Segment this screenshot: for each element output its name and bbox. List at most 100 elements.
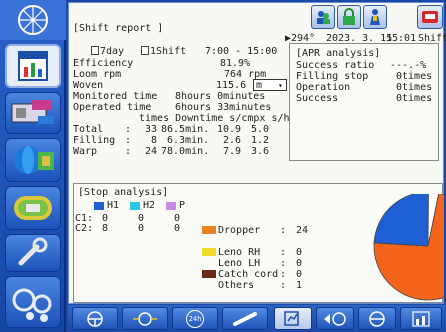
monitored-time-value: 8hours 0minutes: [175, 91, 266, 102]
stop-analysis-title: [Stop analysis]: [78, 187, 169, 198]
warp-beam-icon: [14, 196, 52, 220]
cause-catch-cord-value: 0: [296, 269, 303, 280]
cause-sep: :: [280, 247, 287, 258]
sidebar-settings-button[interactable]: [5, 276, 61, 328]
bar-graph-icon: [412, 310, 430, 327]
stop-table-header: times Downtime s/cmpx s/h: [139, 113, 290, 124]
prev-button[interactable]: [316, 307, 354, 330]
bottom-toolbar: 24h: [68, 305, 446, 332]
cause-sep: :: [280, 280, 287, 291]
apr-label: Operation: [296, 82, 351, 93]
legend-swatch-p: [166, 202, 176, 210]
cause-leno-rh-value: 0: [296, 247, 303, 258]
report-view-button[interactable]: [274, 307, 312, 330]
yarn-button[interactable]: [222, 307, 268, 330]
stop-row-label: Filling: [73, 135, 116, 146]
cause-sep: :: [280, 269, 287, 280]
woven-value: 115.6: [216, 80, 247, 91]
period-24h-button[interactable]: 24h: [172, 307, 218, 330]
sidebar-beam-button[interactable]: [5, 186, 61, 230]
metric-label: Operated time: [73, 102, 152, 113]
status-globe-icon: [14, 146, 54, 174]
cause-label: Catch cord: [218, 269, 279, 280]
stop-pie-chart: [373, 194, 444, 301]
apr-operation: 0times: [396, 82, 433, 93]
stop-analysis-box: [Stop analysis] H1 H2 P C1: 0 0 0 C2: 8 …: [73, 183, 444, 303]
cause-label: Dropper: [218, 225, 261, 236]
legend-h2: H2: [143, 200, 156, 211]
apr-success-ratio: ---.-%: [390, 60, 427, 71]
people-icon: [317, 11, 330, 24]
loom-stop-button[interactable]: [417, 5, 443, 29]
cause-dropper-value: 24: [296, 225, 309, 236]
logo: [0, 0, 66, 40]
graph-button[interactable]: [400, 307, 442, 330]
stop-c-label: C2:: [75, 223, 94, 234]
legend-swatch-h2: [130, 202, 140, 210]
apr-label: Filling stop: [296, 71, 369, 82]
prev-arrow-icon: [324, 311, 346, 326]
stop-row-scmpx: 7.9: [223, 146, 242, 157]
shift-range: 7:00 - 15:00: [205, 46, 278, 57]
loom-machine-icon: [11, 100, 54, 124]
apr-success: 0times: [396, 93, 433, 104]
cause-label: Others: [218, 280, 255, 291]
operator-button[interactable]: [363, 5, 387, 29]
woven-unit-dropdown[interactable]: m ▾: [253, 79, 287, 91]
legend-swatch-h1: [94, 202, 104, 210]
stop-row-label: Total: [73, 124, 104, 135]
day-checkbox[interactable]: [91, 46, 99, 55]
sidebar-loom-button[interactable]: [5, 92, 61, 134]
cause-swatch-catch-cord: [202, 270, 216, 278]
stop-row-scmpx: 2.6: [223, 135, 242, 146]
stop-row-sep: :: [125, 146, 132, 157]
stop-row-downtime: 6.3min.: [167, 135, 210, 146]
cause-sep: :: [280, 225, 287, 236]
shift-report-panel: [Shift report ] ▶294° 2023. 3. 15 15:01 …: [68, 2, 446, 304]
stop-c-h1: 8: [102, 223, 109, 234]
stop-c-h2: 0: [138, 223, 145, 234]
apr-title: [APR analysis]: [296, 48, 381, 59]
efficiency-value: 81.9%: [220, 58, 251, 69]
sidebar-status-button[interactable]: [5, 138, 61, 182]
shift-checkbox[interactable]: [141, 46, 149, 55]
stop-row-sh: 5.0: [251, 124, 270, 135]
stop-row-sh: 3.6: [251, 146, 270, 157]
lock-button[interactable]: [337, 5, 361, 29]
cause-leno-lh-value: 0: [296, 258, 303, 269]
rotation-button[interactable]: [122, 307, 168, 330]
operator-icon: [370, 9, 380, 25]
pie-slice: [373, 194, 429, 247]
cause-swatch-dropper: [202, 226, 216, 234]
stop-c-p: 0: [174, 223, 181, 234]
sidebar-report-button[interactable]: [5, 44, 61, 88]
cause-sep: :: [280, 258, 287, 269]
shuttle-icon: [233, 311, 257, 326]
loom-red-icon: [422, 11, 438, 23]
metric-label: Efficiency: [73, 58, 134, 69]
report-icon: [284, 310, 299, 326]
rotation-icon: [133, 311, 157, 326]
metric-label: Monitored time: [73, 91, 158, 102]
btn-24h-label: 24h: [186, 309, 204, 328]
stop-row-downtime: 78.0min.: [161, 146, 210, 157]
chart-report-icon: [18, 51, 48, 81]
apr-label: Success ratio: [296, 60, 375, 71]
stop-row-sep: :: [125, 124, 132, 135]
legend-h1: H1: [107, 200, 120, 211]
apr-label: Success: [296, 93, 339, 104]
lock-icon: [343, 8, 355, 25]
stop-row-times: 24: [145, 146, 158, 157]
stop-row-sh: 1.2: [251, 135, 270, 146]
stop-row-scmpx: 10.9: [217, 124, 242, 135]
sidebar-maintenance-button[interactable]: [5, 234, 61, 272]
cause-others-value: 1: [296, 280, 303, 291]
user-select-button[interactable]: [311, 5, 335, 29]
steering-icon: [87, 310, 103, 327]
page-title: [Shift report ]: [73, 23, 164, 34]
cause-label: Leno LH: [218, 258, 261, 269]
operated-time-value: 6hours 33minutes: [175, 102, 272, 113]
next-button[interactable]: [358, 307, 396, 330]
home-button[interactable]: [72, 307, 118, 330]
stop-row-times: 33: [145, 124, 158, 135]
